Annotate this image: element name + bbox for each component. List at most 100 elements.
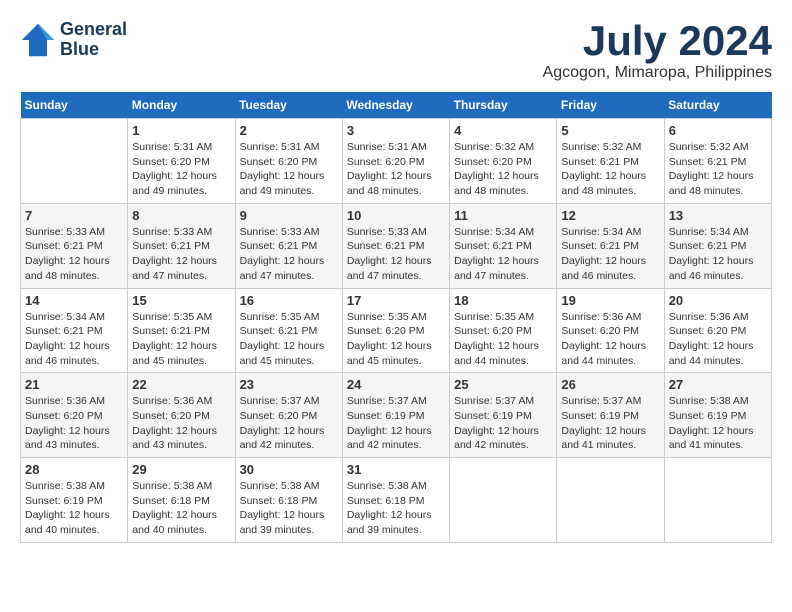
calendar-cell: 18 Sunrise: 5:35 AMSunset: 6:20 PMDayligh… bbox=[450, 288, 557, 373]
col-saturday: Saturday bbox=[664, 92, 771, 119]
day-info: Sunrise: 5:37 AMSunset: 6:20 PMDaylight:… bbox=[240, 394, 338, 453]
page-header: General Blue July 2024 Agcogon, Mimaropa… bbox=[20, 20, 772, 82]
day-number: 4 bbox=[454, 123, 552, 138]
calendar-cell bbox=[21, 119, 128, 204]
day-info: Sunrise: 5:37 AMSunset: 6:19 PMDaylight:… bbox=[561, 394, 659, 453]
day-number: 9 bbox=[240, 208, 338, 223]
col-friday: Friday bbox=[557, 92, 664, 119]
day-number: 29 bbox=[132, 462, 230, 477]
calendar-cell bbox=[450, 458, 557, 543]
day-number: 10 bbox=[347, 208, 445, 223]
day-number: 19 bbox=[561, 293, 659, 308]
day-number: 22 bbox=[132, 377, 230, 392]
day-info: Sunrise: 5:33 AMSunset: 6:21 PMDaylight:… bbox=[347, 225, 445, 284]
calendar-cell: 6 Sunrise: 5:32 AMSunset: 6:21 PMDaylight… bbox=[664, 119, 771, 204]
calendar-cell: 19 Sunrise: 5:36 AMSunset: 6:20 PMDayligh… bbox=[557, 288, 664, 373]
day-info: Sunrise: 5:35 AMSunset: 6:21 PMDaylight:… bbox=[240, 310, 338, 369]
day-info: Sunrise: 5:32 AMSunset: 6:20 PMDaylight:… bbox=[454, 140, 552, 199]
calendar-cell: 14 Sunrise: 5:34 AMSunset: 6:21 PMDayligh… bbox=[21, 288, 128, 373]
day-info: Sunrise: 5:38 AMSunset: 6:19 PMDaylight:… bbox=[669, 394, 767, 453]
day-number: 18 bbox=[454, 293, 552, 308]
calendar-week-row: 14 Sunrise: 5:34 AMSunset: 6:21 PMDayligh… bbox=[21, 288, 772, 373]
logo: General Blue bbox=[20, 20, 127, 60]
day-info: Sunrise: 5:38 AMSunset: 6:18 PMDaylight:… bbox=[132, 479, 230, 538]
calendar-table: Sunday Monday Tuesday Wednesday Thursday… bbox=[20, 92, 772, 543]
calendar-cell: 9 Sunrise: 5:33 AMSunset: 6:21 PMDaylight… bbox=[235, 203, 342, 288]
day-info: Sunrise: 5:31 AMSunset: 6:20 PMDaylight:… bbox=[132, 140, 230, 199]
col-sunday: Sunday bbox=[21, 92, 128, 119]
calendar-week-row: 1 Sunrise: 5:31 AMSunset: 6:20 PMDaylight… bbox=[21, 119, 772, 204]
calendar-cell: 30 Sunrise: 5:38 AMSunset: 6:18 PMDayligh… bbox=[235, 458, 342, 543]
day-number: 14 bbox=[25, 293, 123, 308]
day-number: 25 bbox=[454, 377, 552, 392]
calendar-cell bbox=[557, 458, 664, 543]
calendar-cell: 26Sunrise: 5:37 AMSunset: 6:19 PMDayligh… bbox=[557, 373, 664, 458]
day-number: 5 bbox=[561, 123, 659, 138]
calendar-cell: 13 Sunrise: 5:34 AMSunset: 6:21 PMDayligh… bbox=[664, 203, 771, 288]
calendar-cell: 8 Sunrise: 5:33 AMSunset: 6:21 PMDaylight… bbox=[128, 203, 235, 288]
day-info: Sunrise: 5:32 AMSunset: 6:21 PMDaylight:… bbox=[561, 140, 659, 199]
calendar-cell: 3 Sunrise: 5:31 AMSunset: 6:20 PMDaylight… bbox=[342, 119, 449, 204]
day-info: Sunrise: 5:38 AMSunset: 6:19 PMDaylight:… bbox=[25, 479, 123, 538]
title-section: July 2024 Agcogon, Mimaropa, Philippines bbox=[543, 20, 772, 82]
calendar-cell: 7 Sunrise: 5:33 AMSunset: 6:21 PMDaylight… bbox=[21, 203, 128, 288]
calendar-cell: 1 Sunrise: 5:31 AMSunset: 6:20 PMDaylight… bbox=[128, 119, 235, 204]
calendar-cell: 5 Sunrise: 5:32 AMSunset: 6:21 PMDaylight… bbox=[557, 119, 664, 204]
day-info: Sunrise: 5:37 AMSunset: 6:19 PMDaylight:… bbox=[454, 394, 552, 453]
day-info: Sunrise: 5:36 AMSunset: 6:20 PMDaylight:… bbox=[561, 310, 659, 369]
day-info: Sunrise: 5:35 AMSunset: 6:20 PMDaylight:… bbox=[347, 310, 445, 369]
day-number: 16 bbox=[240, 293, 338, 308]
day-info: Sunrise: 5:34 AMSunset: 6:21 PMDaylight:… bbox=[25, 310, 123, 369]
calendar-cell: 17Sunrise: 5:35 AMSunset: 6:20 PMDayligh… bbox=[342, 288, 449, 373]
calendar-cell: 15 Sunrise: 5:35 AMSunset: 6:21 PMDayligh… bbox=[128, 288, 235, 373]
day-number: 27 bbox=[669, 377, 767, 392]
day-info: Sunrise: 5:34 AMSunset: 6:21 PMDaylight:… bbox=[561, 225, 659, 284]
day-info: Sunrise: 5:37 AMSunset: 6:19 PMDaylight:… bbox=[347, 394, 445, 453]
day-info: Sunrise: 5:35 AMSunset: 6:21 PMDaylight:… bbox=[132, 310, 230, 369]
logo-icon bbox=[20, 22, 56, 58]
day-number: 20 bbox=[669, 293, 767, 308]
day-info: Sunrise: 5:38 AMSunset: 6:18 PMDaylight:… bbox=[240, 479, 338, 538]
day-info: Sunrise: 5:32 AMSunset: 6:21 PMDaylight:… bbox=[669, 140, 767, 199]
day-info: Sunrise: 5:33 AMSunset: 6:21 PMDaylight:… bbox=[25, 225, 123, 284]
day-info: Sunrise: 5:38 AMSunset: 6:18 PMDaylight:… bbox=[347, 479, 445, 538]
day-number: 28 bbox=[25, 462, 123, 477]
calendar-cell: 12Sunrise: 5:34 AMSunset: 6:21 PMDayligh… bbox=[557, 203, 664, 288]
calendar-week-row: 21 Sunrise: 5:36 AMSunset: 6:20 PMDayligh… bbox=[21, 373, 772, 458]
calendar-cell: 29 Sunrise: 5:38 AMSunset: 6:18 PMDayligh… bbox=[128, 458, 235, 543]
calendar-cell: 16 Sunrise: 5:35 AMSunset: 6:21 PMDayligh… bbox=[235, 288, 342, 373]
calendar-cell: 10 Sunrise: 5:33 AMSunset: 6:21 PMDayligh… bbox=[342, 203, 449, 288]
day-info: Sunrise: 5:33 AMSunset: 6:21 PMDaylight:… bbox=[240, 225, 338, 284]
calendar-cell: 21 Sunrise: 5:36 AMSunset: 6:20 PMDayligh… bbox=[21, 373, 128, 458]
calendar-cell: 20Sunrise: 5:36 AMSunset: 6:20 PMDayligh… bbox=[664, 288, 771, 373]
calendar-cell: 28 Sunrise: 5:38 AMSunset: 6:19 PMDayligh… bbox=[21, 458, 128, 543]
day-number: 6 bbox=[669, 123, 767, 138]
day-info: Sunrise: 5:36 AMSunset: 6:20 PMDaylight:… bbox=[25, 394, 123, 453]
day-info: Sunrise: 5:31 AMSunset: 6:20 PMDaylight:… bbox=[240, 140, 338, 199]
location-title: Agcogon, Mimaropa, Philippines bbox=[543, 64, 772, 82]
logo-text: General Blue bbox=[60, 20, 127, 60]
day-number: 30 bbox=[240, 462, 338, 477]
calendar-header-row: Sunday Monday Tuesday Wednesday Thursday… bbox=[21, 92, 772, 119]
col-monday: Monday bbox=[128, 92, 235, 119]
day-info: Sunrise: 5:31 AMSunset: 6:20 PMDaylight:… bbox=[347, 140, 445, 199]
day-number: 15 bbox=[132, 293, 230, 308]
day-number: 8 bbox=[132, 208, 230, 223]
calendar-week-row: 7 Sunrise: 5:33 AMSunset: 6:21 PMDaylight… bbox=[21, 203, 772, 288]
calendar-cell: 25 Sunrise: 5:37 AMSunset: 6:19 PMDayligh… bbox=[450, 373, 557, 458]
day-info: Sunrise: 5:33 AMSunset: 6:21 PMDaylight:… bbox=[132, 225, 230, 284]
calendar-week-row: 28 Sunrise: 5:38 AMSunset: 6:19 PMDayligh… bbox=[21, 458, 772, 543]
day-number: 21 bbox=[25, 377, 123, 392]
calendar-cell: 4 Sunrise: 5:32 AMSunset: 6:20 PMDaylight… bbox=[450, 119, 557, 204]
col-tuesday: Tuesday bbox=[235, 92, 342, 119]
day-number: 3 bbox=[347, 123, 445, 138]
month-title: July 2024 bbox=[543, 20, 772, 62]
day-info: Sunrise: 5:34 AMSunset: 6:21 PMDaylight:… bbox=[669, 225, 767, 284]
day-info: Sunrise: 5:34 AMSunset: 6:21 PMDaylight:… bbox=[454, 225, 552, 284]
day-number: 13 bbox=[669, 208, 767, 223]
day-number: 7 bbox=[25, 208, 123, 223]
day-info: Sunrise: 5:35 AMSunset: 6:20 PMDaylight:… bbox=[454, 310, 552, 369]
calendar-cell: 2Sunrise: 5:31 AMSunset: 6:20 PMDaylight… bbox=[235, 119, 342, 204]
col-wednesday: Wednesday bbox=[342, 92, 449, 119]
day-number: 1 bbox=[132, 123, 230, 138]
